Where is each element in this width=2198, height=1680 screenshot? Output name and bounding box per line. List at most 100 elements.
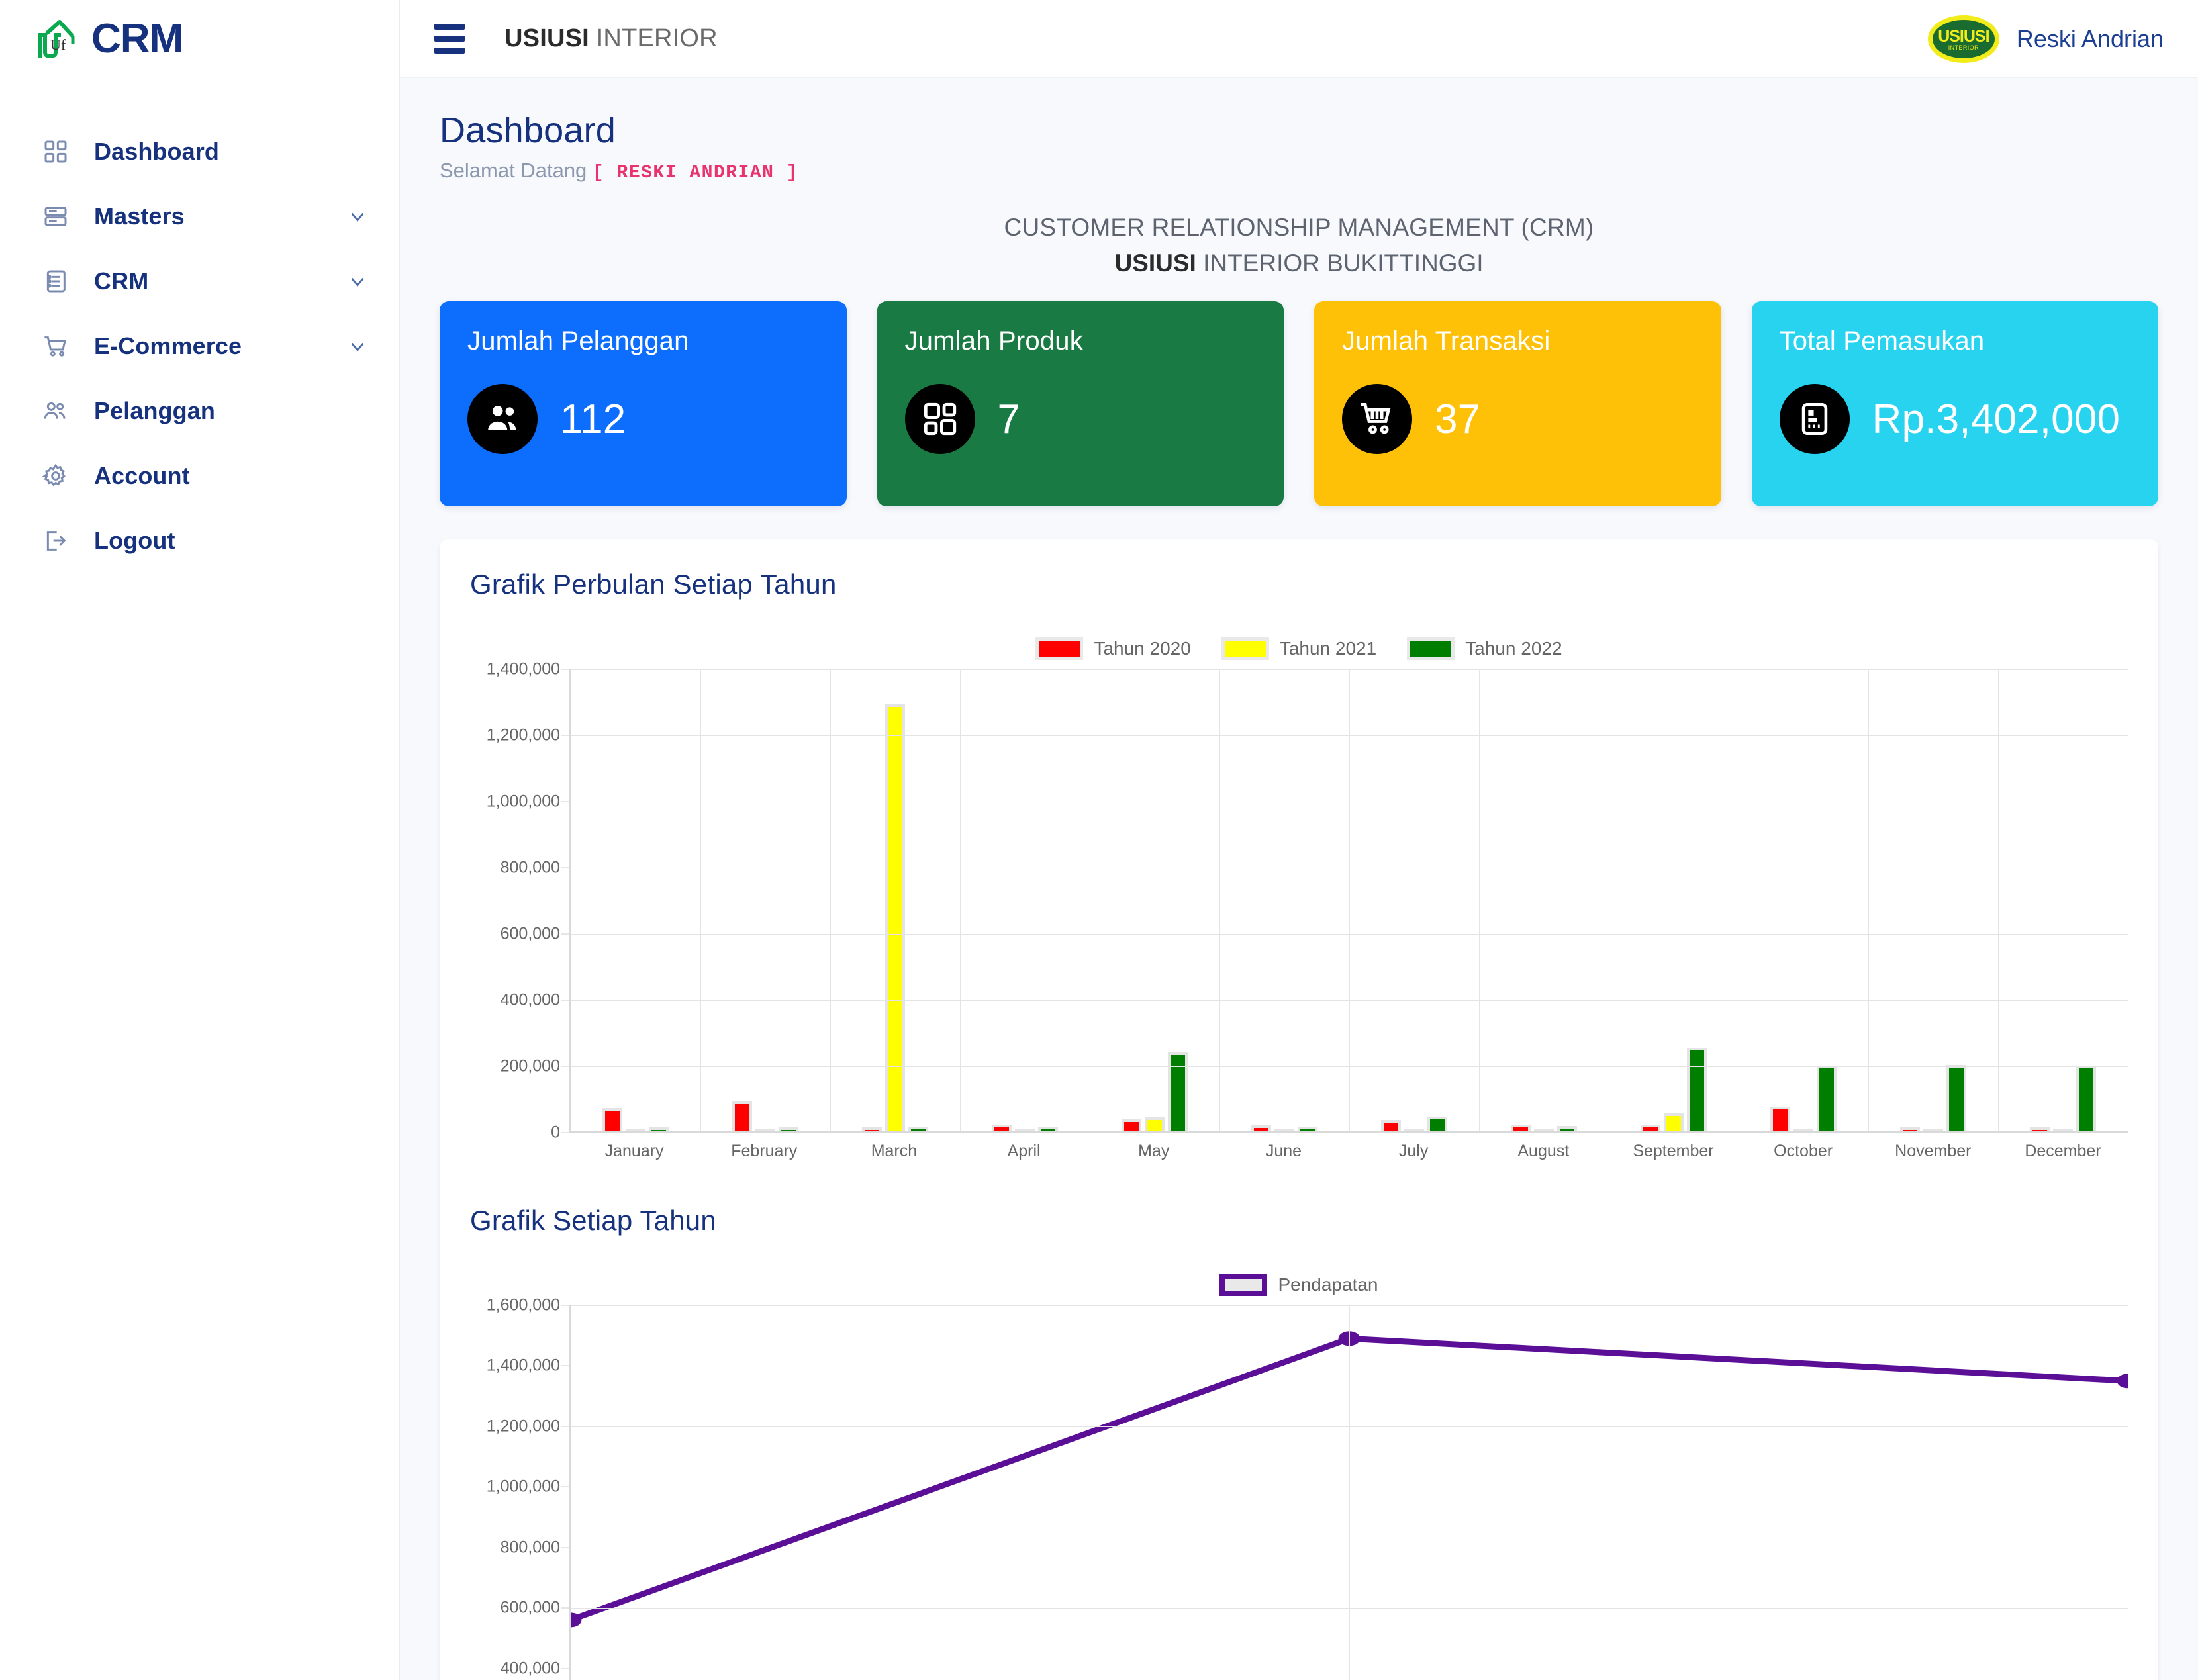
gear-icon <box>41 461 70 490</box>
brand[interactable]: Uf CRM <box>0 0 399 78</box>
bar[interactable] <box>1038 1126 1058 1131</box>
bar[interactable] <box>1274 1129 1294 1131</box>
monthly-bar-chart: 0 200,000 400,000 600,000 800,000 1,000,000 1,… <box>470 660 2128 1142</box>
bar[interactable] <box>2030 1127 2050 1131</box>
x-tick-label: December <box>2025 1142 2101 1160</box>
gridline-vertical <box>1868 669 1869 1131</box>
x-tick-label: May <box>1138 1142 1170 1160</box>
bar[interactable] <box>1557 1126 1577 1131</box>
sidebar-item-dashboard[interactable]: Dashboard <box>0 119 399 184</box>
bar[interactable] <box>1534 1129 1554 1131</box>
yearly-chart-plot <box>569 1305 2128 1680</box>
legend-item[interactable]: Tahun 2021 <box>1221 637 1376 660</box>
yearly-chart-legend: Pendapatan <box>470 1274 2128 1296</box>
bar[interactable] <box>1641 1125 1660 1131</box>
stat-card-total-pemasukan[interactable]: Total Pemasukan Rp.3,402,000 <box>1751 301 2158 506</box>
y-tick-label: 1,200,000 <box>486 725 560 745</box>
bar[interactable] <box>992 1125 1012 1131</box>
bar[interactable] <box>908 1127 928 1131</box>
x-tick-label: July <box>1398 1142 1429 1160</box>
shopping-cart-icon <box>41 332 70 361</box>
bar-group <box>1090 669 1219 1131</box>
sidebar-item-label: Dashboard <box>94 138 219 165</box>
page-title: Dashboard <box>440 111 616 150</box>
hamburger-icon[interactable] <box>434 18 470 60</box>
sidebar-item-account[interactable]: Account <box>0 443 399 508</box>
bar-group <box>1609 669 1739 1131</box>
bar[interactable] <box>1168 1052 1188 1131</box>
sidebar-item-crm[interactable]: CRM <box>0 249 399 314</box>
sidebar-item-label: Masters <box>94 203 185 230</box>
stat-card-jumlah-transaksi[interactable]: Jumlah Transaksi 37 <box>1314 301 1721 506</box>
bar-group <box>1349 669 1479 1131</box>
bar-group <box>960 669 1090 1131</box>
bar[interactable] <box>779 1127 798 1131</box>
sidebar-item-label: Account <box>94 462 190 489</box>
topbar-title-rest: INTERIOR <box>589 24 718 52</box>
stat-card-jumlah-produk[interactable]: Jumlah Produk 7 <box>877 301 1284 506</box>
bar[interactable] <box>2076 1066 2096 1131</box>
legend-item[interactable]: Tahun 2022 <box>1407 637 1562 660</box>
bar[interactable] <box>1381 1119 1401 1131</box>
bar[interactable] <box>1817 1066 1837 1131</box>
monthly-chart-plot <box>569 669 2128 1133</box>
topbar-user[interactable]: USIUSI INTERIOR Reski Andrian <box>1927 15 2164 63</box>
shopping-cart-icon <box>1342 384 1412 454</box>
bar[interactable] <box>862 1127 882 1131</box>
sidebar-item-logout[interactable]: Logout <box>0 508 399 573</box>
bar[interactable] <box>1427 1116 1447 1131</box>
avatar: USIUSI INTERIOR <box>1927 15 1999 63</box>
page-content: Dashboard Selamat Datang [ RESKI ANDRIAN… <box>400 78 2198 1680</box>
chevron-down-icon[interactable] <box>346 335 369 357</box>
bar[interactable] <box>1122 1119 1141 1131</box>
legend-swatch <box>1407 637 1455 660</box>
bar[interactable] <box>732 1101 752 1131</box>
legend-swatch <box>1219 1274 1268 1296</box>
bar[interactable] <box>1923 1129 1943 1131</box>
bar[interactable] <box>1687 1047 1707 1131</box>
bar[interactable] <box>1770 1106 1790 1131</box>
bar[interactable] <box>1946 1065 1966 1131</box>
bar[interactable] <box>1015 1129 1035 1131</box>
bar[interactable] <box>1251 1125 1271 1131</box>
bar-group <box>700 669 830 1131</box>
stat-card-jumlah-pelanggan[interactable]: Jumlah Pelanggan 112 <box>440 301 847 506</box>
bar[interactable] <box>2053 1129 2073 1131</box>
welcome-prefix: Selamat Datang <box>440 159 593 182</box>
stat-card-value: 7 <box>997 396 1021 442</box>
chevron-down-icon[interactable] <box>346 205 369 228</box>
bar[interactable] <box>649 1127 669 1131</box>
bar[interactable] <box>755 1129 775 1131</box>
users-icon <box>41 397 70 426</box>
bar[interactable] <box>1404 1129 1424 1131</box>
y-tick-label: 400,000 <box>500 1659 560 1678</box>
bar[interactable] <box>1900 1127 1920 1131</box>
bar[interactable] <box>602 1108 622 1131</box>
bar[interactable] <box>885 704 905 1131</box>
y-tick <box>561 1607 569 1609</box>
bar[interactable] <box>1793 1129 1813 1131</box>
chevron-down-icon[interactable] <box>346 270 369 293</box>
legend-item[interactable]: Pendapatan <box>1219 1274 1378 1296</box>
bar-group <box>1998 669 2128 1131</box>
welcome-username: [ RESKI ANDRIAN ] <box>592 163 799 183</box>
y-tick <box>561 1000 569 1001</box>
sidebar-item-masters[interactable]: Masters <box>0 184 399 249</box>
bar[interactable] <box>1664 1113 1684 1131</box>
sidebar-item-ecommerce[interactable]: E-Commerce <box>0 314 399 379</box>
legend-item[interactable]: Tahun 2020 <box>1035 637 1191 660</box>
sidebar-item-pelanggan[interactable]: Pelanggan <box>0 379 399 443</box>
bar[interactable] <box>1145 1117 1165 1131</box>
sidebar-item-label: Logout <box>94 527 175 554</box>
bar[interactable] <box>626 1129 645 1131</box>
bar[interactable] <box>1298 1127 1317 1131</box>
x-tick-label: October <box>1774 1142 1833 1160</box>
stat-card-body: 37 <box>1342 384 1694 454</box>
y-tick-label: 600,000 <box>500 924 560 943</box>
bar[interactable] <box>1511 1125 1531 1131</box>
gridline-vertical <box>1219 669 1220 1131</box>
stat-card-title: Jumlah Pelanggan <box>467 326 689 355</box>
line-data-point[interactable] <box>2117 1374 2128 1389</box>
bar-group <box>1479 669 1609 1131</box>
gridline-vertical <box>1349 1305 1350 1680</box>
